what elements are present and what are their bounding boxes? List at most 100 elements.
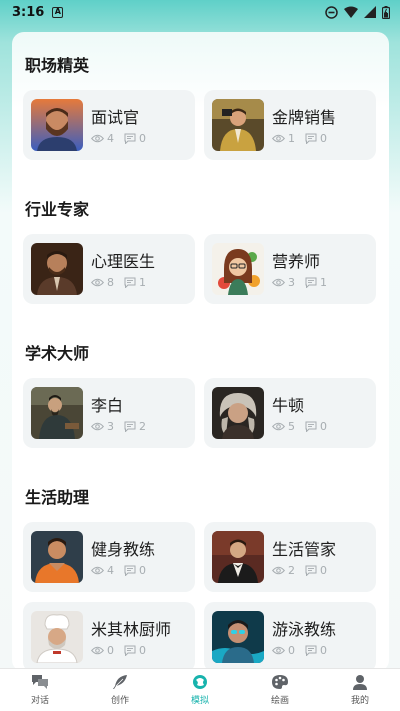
- comments-count: 0: [320, 420, 327, 433]
- signal-icon: [364, 6, 376, 18]
- role-list-panel: 职场精英 面试官 4 0 金牌销售 1 0 行业专家 心理医生 8 1 营养师 …: [12, 32, 389, 672]
- views-stat: 3: [272, 276, 295, 289]
- comments-stat: 0: [124, 132, 146, 145]
- role-name: 游泳教练: [272, 620, 337, 639]
- chef-avatar: [31, 611, 83, 663]
- views-count: 8: [107, 276, 114, 289]
- role-stats: 0 0: [91, 644, 146, 657]
- comment-icon: [305, 277, 317, 288]
- nav-item-draw[interactable]: 绘画: [245, 674, 315, 706]
- chat-icon: [32, 675, 48, 689]
- views-count: 0: [288, 644, 295, 657]
- comments-count: 0: [320, 564, 327, 577]
- section-title-workplace: 职场精英: [25, 56, 90, 75]
- views-stat: 0: [272, 644, 295, 657]
- views-stat: 5: [272, 420, 295, 433]
- eye-icon: [91, 646, 104, 655]
- views-count: 0: [107, 644, 114, 657]
- simulate-icon: [193, 675, 207, 689]
- comments-stat: 0: [305, 644, 327, 657]
- comments-count: 1: [320, 276, 327, 289]
- views-count: 4: [107, 132, 114, 145]
- role-card-fitness-coach[interactable]: 健身教练 4 0: [23, 522, 195, 592]
- comment-icon: [124, 645, 136, 656]
- comments-stat: 0: [124, 564, 146, 577]
- fitness-coach-avatar: [31, 531, 83, 583]
- eye-icon: [91, 278, 104, 287]
- comments-stat: 0: [305, 132, 327, 145]
- role-card-psychologist[interactable]: 心理医生 8 1: [23, 234, 195, 304]
- role-card-chef[interactable]: 米其林厨师 0 0: [23, 602, 195, 672]
- role-stats: 8 1: [91, 276, 146, 289]
- views-count: 1: [288, 132, 295, 145]
- nav-label: 创作: [110, 696, 129, 706]
- views-stat: 3: [91, 420, 114, 433]
- role-name: 生活管家: [272, 540, 337, 559]
- interviewer-avatar: [31, 99, 83, 151]
- wifi-icon: [344, 6, 358, 18]
- feather-icon: [113, 675, 127, 689]
- newton-avatar: [212, 387, 264, 439]
- swim-coach-avatar: [212, 611, 264, 663]
- role-name: 营养师: [272, 252, 321, 271]
- comment-icon: [124, 421, 136, 432]
- nav-item-chat[interactable]: 对话: [5, 674, 75, 706]
- comments-count: 0: [139, 132, 146, 145]
- eye-icon: [272, 646, 285, 655]
- views-stat: 8: [91, 276, 114, 289]
- comment-icon: [305, 421, 317, 432]
- role-name: 心理医生: [91, 252, 156, 271]
- role-stats: 2 0: [272, 564, 327, 577]
- status-bar: 3:16 A: [0, 0, 400, 24]
- views-count: 2: [288, 564, 295, 577]
- comments-count: 0: [320, 132, 327, 145]
- user-icon: [353, 675, 367, 690]
- butler-avatar: [212, 531, 264, 583]
- nav-item-create[interactable]: 创作: [85, 674, 155, 706]
- comments-count: 0: [320, 644, 327, 657]
- nav-item-profile[interactable]: 我的: [325, 674, 395, 706]
- role-card-nutritionist[interactable]: 营养师 3 1: [204, 234, 376, 304]
- eye-icon: [272, 134, 285, 143]
- role-name: 米其林厨师: [91, 620, 172, 639]
- role-card-interviewer[interactable]: 面试官 4 0: [23, 90, 195, 160]
- comments-count: 1: [139, 276, 146, 289]
- role-stats: 3 1: [272, 276, 327, 289]
- role-card-li-bai[interactable]: 李白 3 2: [23, 378, 195, 448]
- comments-stat: 2: [124, 420, 146, 433]
- section-title-life: 生活助理: [25, 488, 90, 507]
- eye-icon: [272, 278, 285, 287]
- eye-icon: [272, 422, 285, 431]
- comment-icon: [305, 645, 317, 656]
- role-name: 牛顿: [272, 396, 305, 415]
- comments-stat: 1: [124, 276, 146, 289]
- do-not-disturb-icon: [325, 5, 338, 19]
- comment-icon: [124, 277, 136, 288]
- role-stats: 3 2: [91, 420, 146, 433]
- role-name: 健身教练: [91, 540, 156, 559]
- bottom-nav: 对话 创作 模拟 绘画 我的: [0, 668, 400, 711]
- palette-icon: [272, 675, 288, 689]
- role-card-swim-coach[interactable]: 游泳教练 0 0: [204, 602, 376, 672]
- views-stat: 2: [272, 564, 295, 577]
- comments-count: 0: [139, 644, 146, 657]
- comments-stat: 1: [305, 276, 327, 289]
- comment-icon: [305, 133, 317, 144]
- role-card-newton[interactable]: 牛顿 5 0: [204, 378, 376, 448]
- nav-label: 绘画: [270, 696, 289, 706]
- section-title-industry: 行业专家: [25, 200, 90, 219]
- role-stats: 0 0: [272, 644, 327, 657]
- role-card-salesman[interactable]: 金牌销售 1 0: [204, 90, 376, 160]
- nav-item-simulate[interactable]: 模拟: [165, 674, 235, 706]
- views-count: 3: [288, 276, 295, 289]
- role-stats: 4 0: [91, 564, 146, 577]
- eye-icon: [91, 566, 104, 575]
- eye-icon: [272, 566, 285, 575]
- nav-label: 模拟: [190, 696, 209, 706]
- role-stats: 5 0: [272, 420, 327, 433]
- role-card-butler[interactable]: 生活管家 2 0: [204, 522, 376, 592]
- li-bai-avatar: [31, 387, 83, 439]
- battery-icon: [382, 5, 390, 19]
- views-count: 4: [107, 564, 114, 577]
- salesman-avatar: [212, 99, 264, 151]
